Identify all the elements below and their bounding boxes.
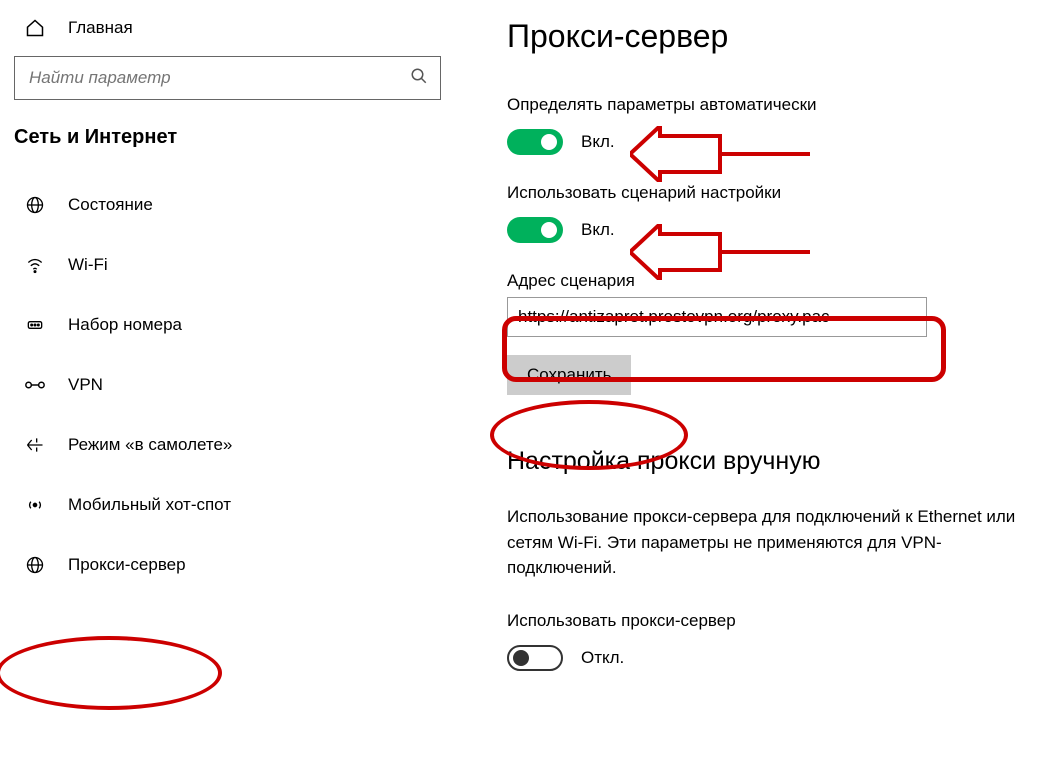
dialup-icon <box>24 315 46 335</box>
home-label: Главная <box>68 18 133 38</box>
nav-item-hotspot[interactable]: Мобильный хот-спот <box>0 475 455 535</box>
auto-detect-label: Определять параметры автоматически <box>507 95 1046 115</box>
use-script-state: Вкл. <box>581 220 615 240</box>
search-field[interactable] <box>29 68 410 88</box>
wifi-icon <box>24 255 46 275</box>
main-content: Прокси-сервер Определять параметры автом… <box>455 0 1046 771</box>
auto-detect-state: Вкл. <box>581 132 615 152</box>
use-proxy-toggle[interactable] <box>507 645 563 671</box>
hotspot-icon <box>24 495 46 515</box>
globe-icon <box>24 195 46 215</box>
auto-detect-toggle[interactable] <box>507 129 563 155</box>
search-icon <box>410 67 428 90</box>
nav-item-airplane[interactable]: Режим «в самолете» <box>0 415 455 475</box>
airplane-icon <box>24 435 46 455</box>
nav-label: Состояние <box>68 195 153 215</box>
sidebar: Главная Сеть и Интернет Состояние <box>0 0 455 771</box>
nav-label: VPN <box>68 375 103 395</box>
search-input[interactable] <box>14 56 441 100</box>
use-proxy-state: Откл. <box>581 648 624 668</box>
globe-icon <box>24 555 46 575</box>
vpn-icon <box>24 377 46 393</box>
nav-label: Набор номера <box>68 315 182 335</box>
script-address-label: Адрес сценария <box>507 271 1046 291</box>
home-link[interactable]: Главная <box>0 0 455 56</box>
nav-label: Режим «в самолете» <box>68 435 232 455</box>
nav-label: Мобильный хот-спот <box>68 495 231 515</box>
script-address-field[interactable] <box>518 307 916 327</box>
manual-description: Использование прокси-сервера для подключ… <box>507 504 1046 581</box>
use-proxy-label: Использовать прокси-сервер <box>507 611 1046 631</box>
home-icon <box>24 18 46 38</box>
nav-label: Wi-Fi <box>68 255 108 275</box>
manual-heading: Настройка прокси вручную <box>507 447 1046 476</box>
nav-label: Прокси-сервер <box>68 555 186 575</box>
script-address-input[interactable] <box>507 297 927 337</box>
save-button[interactable]: Сохранить <box>507 355 631 395</box>
nav-item-wifi[interactable]: Wi-Fi <box>0 235 455 295</box>
section-title: Сеть и Интернет <box>0 118 455 175</box>
use-script-toggle[interactable] <box>507 217 563 243</box>
nav-item-proxy[interactable]: Прокси-сервер <box>0 535 455 595</box>
nav-item-status[interactable]: Состояние <box>0 175 455 235</box>
nav-item-dialup[interactable]: Набор номера <box>0 295 455 355</box>
use-script-label: Использовать сценарий настройки <box>507 183 1046 203</box>
page-title: Прокси-сервер <box>507 18 1046 55</box>
nav-item-vpn[interactable]: VPN <box>0 355 455 415</box>
